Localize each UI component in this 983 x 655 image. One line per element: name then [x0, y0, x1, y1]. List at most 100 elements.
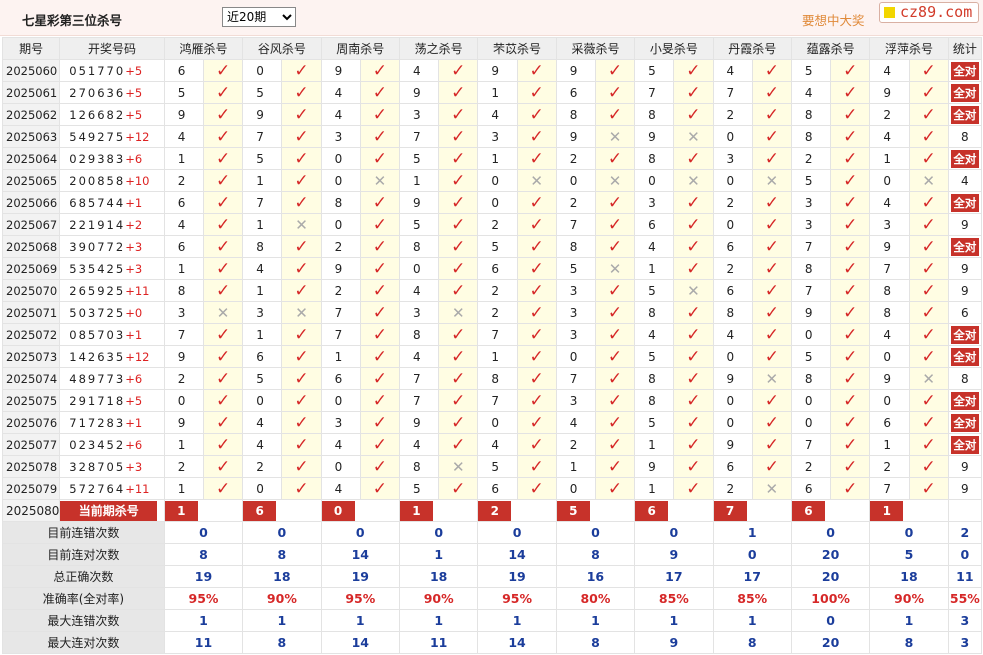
summary-value: 20: [790, 631, 871, 654]
check-icon: ✓: [529, 478, 544, 499]
kill-number: 9: [869, 81, 910, 104]
kill-number: 5: [790, 345, 832, 368]
prediction-cell: 7: [712, 499, 792, 522]
summary-value: 18: [242, 565, 322, 588]
kill-number: 3: [790, 213, 832, 236]
kill-number: 8: [869, 279, 910, 302]
kill-number: 8: [163, 279, 204, 302]
result-cell: ✓: [908, 213, 949, 236]
kill-number: 2: [712, 191, 753, 214]
kill-number: 1: [320, 345, 361, 368]
result-cell: ✓: [516, 125, 557, 148]
result-cell: ✕: [673, 125, 714, 148]
issue-number: 2025073: [1, 345, 61, 368]
col-header-kill-5: 芣苡杀号: [477, 37, 557, 60]
check-icon: ✓: [843, 82, 858, 103]
check-icon: ✓: [843, 456, 858, 477]
check-icon: ✓: [372, 82, 387, 103]
row-stat-value: 8: [961, 129, 969, 144]
promo-text[interactable]: 要想中大奖: [802, 10, 865, 29]
draw-numbers: 572764+11: [59, 477, 165, 500]
result-cell: ✕: [751, 367, 792, 390]
check-icon: ✓: [843, 60, 858, 81]
table-row: 2025071 503725+0 3 ✕ 3 ✕ 7 ✓ 3 ✕ 2 ✓ 3 ✓ 8 ✓ 8 ✓ 9 ✓ 8 ✓ 6: [1, 301, 983, 324]
result-cell: ✓: [673, 389, 714, 412]
summary-value: 16: [555, 565, 636, 588]
summary-value: 19: [477, 565, 557, 588]
result-cell: ✓: [438, 323, 479, 346]
kill-number: 2: [320, 279, 361, 302]
kill-number: 1: [398, 169, 440, 192]
check-icon: ✓: [372, 236, 387, 257]
row-stat: 全对: [947, 235, 983, 258]
result-cell: ✓: [908, 389, 949, 412]
cross-icon: ✕: [687, 281, 700, 300]
result-cell: ✓: [281, 411, 322, 434]
check-icon: ✓: [372, 434, 387, 455]
result-cell: ✕: [751, 477, 792, 500]
col-header-kill-7: 小旻杀号: [634, 37, 714, 60]
kill-number: 3: [869, 213, 910, 236]
kill-number: 0: [242, 59, 283, 82]
kill-number: 3: [477, 125, 518, 148]
kill-number: 3: [634, 191, 675, 214]
result-cell: ✕: [438, 301, 479, 324]
result-cell: ✓: [359, 235, 400, 258]
kill-number: 5: [242, 367, 283, 390]
prediction-label-cell: 当前期杀号: [59, 499, 165, 522]
draw-numbers: 717283+1: [59, 411, 165, 434]
check-icon: ✓: [686, 192, 701, 213]
check-icon: ✓: [215, 148, 231, 169]
kill-number: 2: [712, 103, 753, 126]
check-icon: ✓: [294, 412, 309, 433]
result-cell: ✓: [516, 213, 557, 236]
check-icon: ✓: [372, 192, 387, 213]
table-row: 2025074 489773+6 2 ✓ 5 ✓ 6 ✓ 7 ✓ 8 ✓ 7 ✓ 8 ✓ 9 ✕ 8 ✓ 9 ✕ 8: [1, 367, 983, 390]
result-cell: ✓: [908, 147, 949, 170]
result-cell: ✓: [438, 125, 479, 148]
summary-label: 目前连对次数: [2, 543, 165, 566]
kill-number: 4: [242, 411, 283, 434]
kill-number: 0: [555, 477, 596, 500]
result-cell: ✓: [594, 301, 636, 324]
draw-numbers: 390772+3: [59, 235, 165, 258]
kill-number: 5: [242, 81, 283, 104]
kill-number: 6: [477, 477, 518, 500]
result-cell: ✓: [202, 103, 244, 126]
result-cell: ✓: [594, 213, 636, 236]
check-icon: ✓: [294, 434, 309, 455]
summary-value: 5: [869, 543, 949, 566]
result-cell: ✓: [908, 477, 949, 500]
cross-icon: ✕: [295, 215, 308, 234]
check-icon: ✓: [294, 368, 309, 389]
period-select[interactable]: 近20期: [222, 7, 296, 27]
kill-number: 5: [634, 345, 675, 368]
result-cell: ✓: [673, 411, 714, 434]
result-cell: ✓: [673, 367, 714, 390]
result-cell: ✓: [202, 125, 244, 148]
result-cell: ✓: [751, 411, 792, 434]
col-header-kill-10: 浮萍杀号: [869, 37, 949, 60]
result-cell: ✓: [202, 279, 244, 302]
result-cell: ✓: [359, 345, 400, 368]
cross-icon: ✕: [922, 369, 935, 388]
summary-value: 90%: [242, 587, 322, 610]
kill-number: 3: [398, 301, 440, 324]
row-stat-value: 9: [961, 217, 969, 232]
check-icon: ✓: [843, 104, 858, 125]
issue-number: 2025077: [1, 433, 61, 456]
check-icon: ✓: [686, 368, 701, 389]
site-logo[interactable]: cz89.com: [879, 2, 979, 23]
kill-number: 4: [320, 477, 361, 500]
kill-number: 1: [242, 213, 283, 236]
result-cell: ✓: [908, 235, 949, 258]
result-cell: ✓: [830, 103, 871, 126]
kill-number: 1: [477, 147, 518, 170]
result-cell: ✓: [281, 367, 322, 390]
kill-number: 8: [555, 235, 596, 258]
check-icon: ✓: [529, 214, 544, 235]
result-cell: ✓: [359, 301, 400, 324]
result-cell: ✓: [751, 213, 792, 236]
kill-number: 3: [163, 301, 204, 324]
check-icon: ✓: [921, 302, 936, 323]
